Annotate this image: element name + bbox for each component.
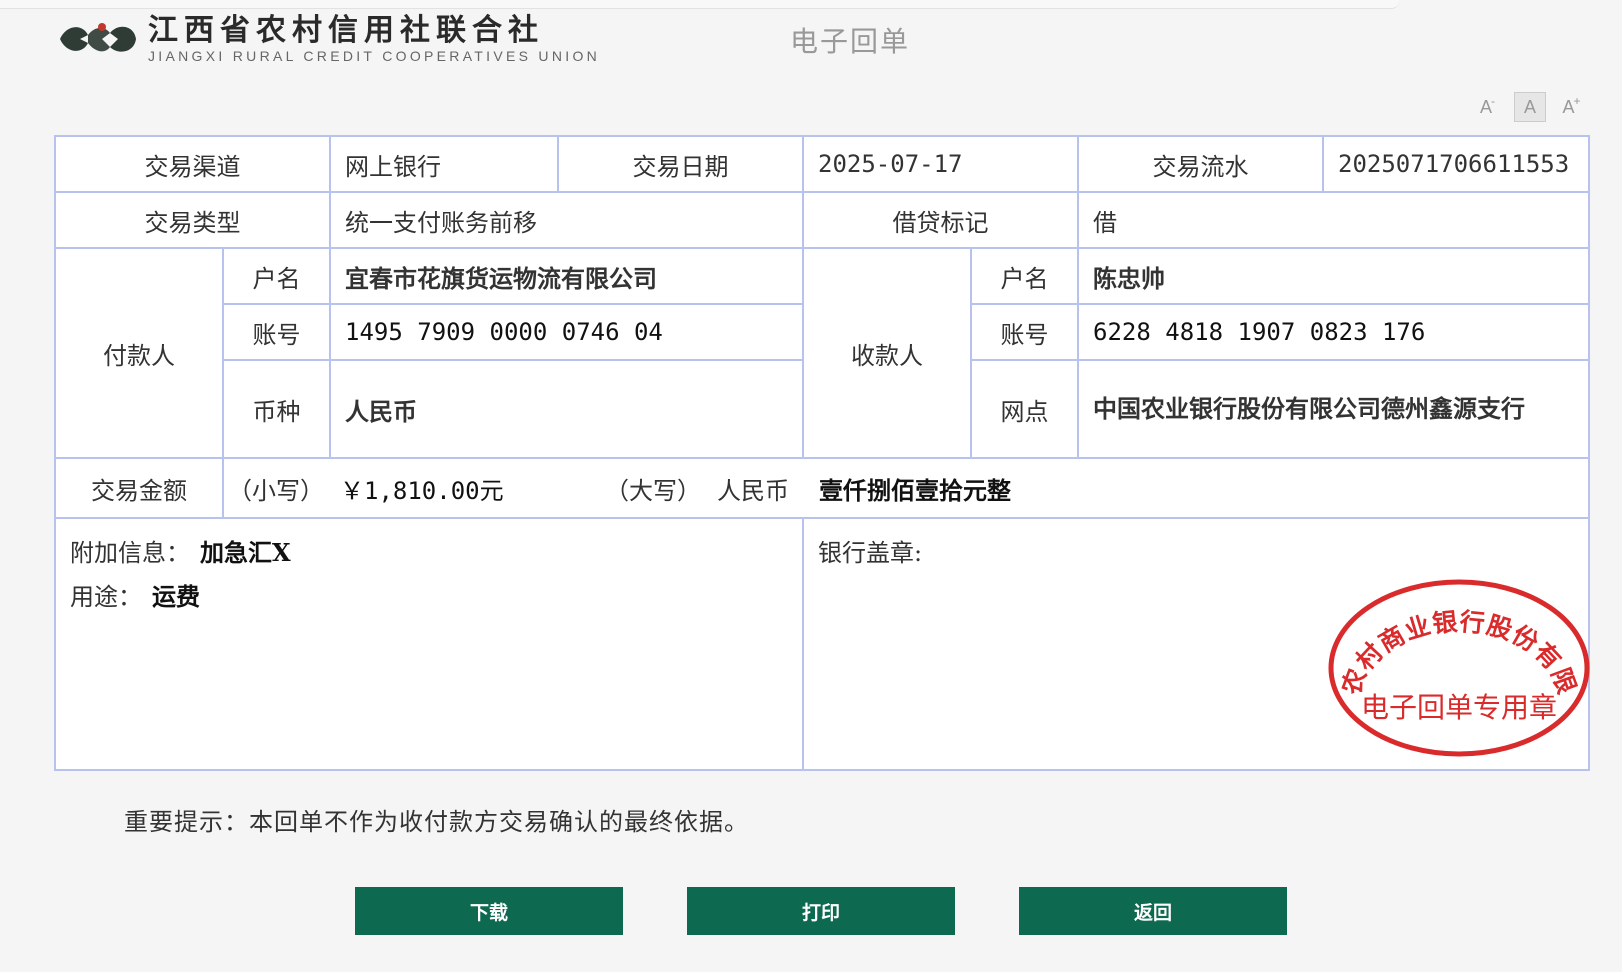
- font-increase-button[interactable]: A +: [1556, 92, 1588, 122]
- print-button[interactable]: 打印: [687, 887, 955, 935]
- payee-name-value: 陈忠帅: [1077, 247, 1590, 305]
- payer-currency-label: 币种: [222, 359, 331, 459]
- font-decrease-sign: -: [1491, 94, 1495, 108]
- amount-upper-currency: 人民币: [717, 476, 789, 505]
- payee-account-label: 账号: [970, 303, 1079, 361]
- page-title: 电子回单: [790, 25, 911, 58]
- extra-info-cell: 附加信息： 加急汇X 用途： 运费: [54, 517, 804, 771]
- purpose-value: 运费: [152, 582, 200, 611]
- back-button[interactable]: 返回: [1019, 887, 1287, 935]
- top-edge: [0, 0, 1400, 9]
- font-increase-sign: +: [1573, 94, 1581, 108]
- amount-label: 交易金额: [54, 457, 224, 519]
- font-decrease-button[interactable]: A-: [1472, 92, 1504, 122]
- payer-account-label: 账号: [222, 303, 331, 361]
- seal-company-text: 宜春农村商业银行股份有限公司: [1324, 575, 1581, 699]
- extra-info-value: 加急汇X: [200, 538, 291, 567]
- amount-upper-label: （大写）: [605, 476, 701, 505]
- purpose-label: 用途：: [70, 583, 142, 611]
- bank-seal-image: 宜春农村商业银行股份有限公司 电子回单专用章: [1324, 575, 1590, 757]
- payer-currency-value: 人民币: [329, 359, 804, 459]
- font-normal-button[interactable]: A: [1514, 92, 1546, 122]
- payee-name-label: 户名: [970, 247, 1079, 305]
- seal-label: 银行盖章:: [818, 539, 923, 567]
- payer-name-label: 户名: [222, 247, 331, 305]
- serial-label: 交易流水: [1077, 135, 1324, 193]
- serial-value: 2025071706611553: [1322, 135, 1590, 193]
- logo: 江西省农村信用社联合社 JIANGXI RURAL CREDIT COOPERA…: [58, 14, 600, 64]
- dc-label: 借贷标记: [802, 191, 1079, 249]
- receipt-table: 交易渠道 网上银行 交易日期 2025-07-17 交易流水 202507170…: [54, 135, 1590, 771]
- payer-name-value: 宜春市花旗货运物流有限公司: [329, 247, 804, 305]
- amount-cell: （小写） ￥1,810.00元 （大写） 人民币 壹仟捌佰壹拾元整: [222, 457, 1590, 519]
- logo-en-text: JIANGXI RURAL CREDIT COOPERATIVES UNION: [148, 48, 601, 64]
- payee-account-value: 6228 4818 1907 0823 176: [1077, 303, 1590, 361]
- amount-lower-label: （小写）: [228, 476, 324, 505]
- channel-value: 网上银行: [329, 135, 559, 193]
- type-label: 交易类型: [54, 191, 331, 249]
- font-size-tools: A- A A +: [1472, 92, 1588, 122]
- date-label: 交易日期: [557, 135, 804, 193]
- type-value: 统一支付账务前移: [329, 191, 804, 249]
- seal-subtitle-text: 电子回单专用章: [1361, 691, 1557, 724]
- payee-branch-value: 中国农业银行股份有限公司德州鑫源支行: [1077, 359, 1590, 459]
- seal-cell: 银行盖章: 宜春农村商业银行股份有限公司 电子回单专用章: [802, 517, 1590, 771]
- logo-cn-text: 江西省农村信用社联合社: [148, 13, 544, 48]
- rcc-logo-icon: [60, 23, 136, 52]
- date-value: 2025-07-17: [802, 135, 1079, 193]
- payer-label: 付款人: [54, 247, 224, 459]
- download-button[interactable]: 下载: [355, 887, 623, 935]
- payer-account-value: 1495 7909 0000 0746 04: [329, 303, 804, 361]
- important-notice: 重要提示：本回单不作为收付款方交易确认的最终依据。: [124, 808, 749, 836]
- extra-info-label: 附加信息：: [70, 539, 190, 567]
- payee-label: 收款人: [802, 247, 972, 459]
- payee-branch-label: 网点: [970, 359, 1079, 459]
- amount-upper-value: 壹仟捌佰壹拾元整: [819, 475, 1011, 505]
- svg-text:宜春农村商业银行股份有限公司: 宜春农村商业银行股份有限公司: [1324, 575, 1582, 699]
- channel-label: 交易渠道: [54, 135, 331, 193]
- font-normal-label: A: [1523, 96, 1536, 117]
- dc-value: 借: [1077, 191, 1590, 249]
- amount-lower-value: ￥1,810.00元: [340, 476, 504, 505]
